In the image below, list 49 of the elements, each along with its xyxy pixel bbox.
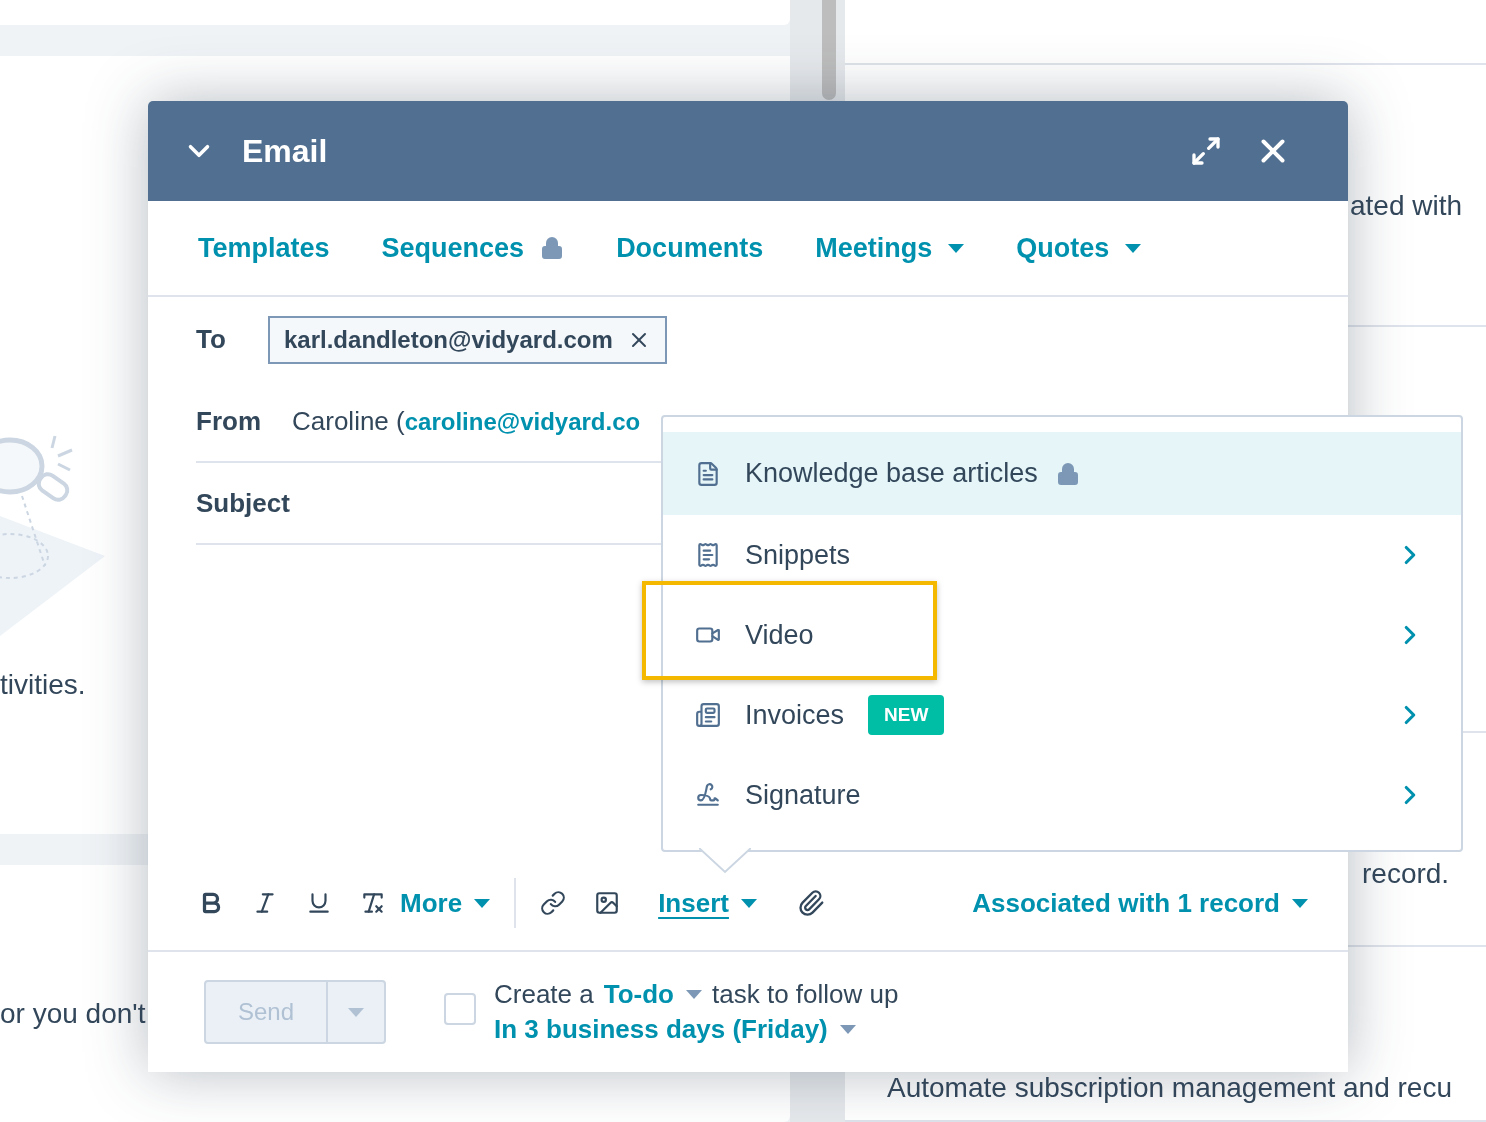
recipient-chip[interactable]: karl.dandleton@vidyard.com xyxy=(268,315,667,364)
field-label: Subject xyxy=(196,487,291,519)
field-label: To xyxy=(196,324,227,355)
due-date-menu[interactable]: In 3 business days (Friday) xyxy=(494,1014,856,1045)
image-icon[interactable] xyxy=(594,890,621,916)
background-text: Automate subscription management and recu xyxy=(887,1071,1452,1105)
background-text: tivities. xyxy=(0,668,86,702)
caret-icon xyxy=(740,898,757,908)
lock-icon xyxy=(540,236,565,260)
tab[interactable]: Templates xyxy=(198,232,330,264)
underline-icon[interactable] xyxy=(306,890,332,916)
sender-name: Caroline ( xyxy=(292,406,405,437)
caret-icon xyxy=(686,990,702,999)
recipient-email: karl.dandleton@vidyard.com xyxy=(284,325,613,354)
signature-icon xyxy=(695,782,721,808)
associations-menu[interactable]: Associated with 1 record xyxy=(972,887,1308,919)
dialog-title: Email xyxy=(242,132,329,170)
expand-icon[interactable] xyxy=(1190,135,1222,167)
background-text: ated with xyxy=(1350,189,1463,223)
field-label: From xyxy=(196,406,262,437)
link-icon[interactable] xyxy=(540,890,567,916)
tab[interactable]: Documents xyxy=(616,232,764,264)
tab[interactable]: Meetings xyxy=(815,232,965,264)
paperclip-icon[interactable] xyxy=(796,889,825,917)
caret-icon xyxy=(1125,243,1142,253)
menu-item[interactable]: Knowledge base articles xyxy=(663,432,1461,515)
document-icon xyxy=(695,460,721,487)
sender-email: caroline@vidyard.co xyxy=(404,407,641,436)
tab[interactable]: Sequences xyxy=(381,232,565,264)
caret-icon xyxy=(1292,898,1308,908)
newspaper-icon xyxy=(695,702,721,728)
receipt-icon xyxy=(695,542,721,568)
insert-menu[interactable]: Insert xyxy=(658,887,757,919)
checkbox[interactable] xyxy=(444,993,476,1025)
background-text: or you don't xyxy=(0,997,146,1031)
new-badge: NEW xyxy=(868,695,945,735)
lock-icon xyxy=(1055,461,1080,486)
more-menu[interactable]: More xyxy=(400,887,491,919)
caret-icon xyxy=(348,1007,364,1017)
caret-icon xyxy=(839,1025,856,1034)
background-text: record. xyxy=(1362,857,1450,891)
follow-up-text: Create a xyxy=(494,979,594,1010)
task-type-menu[interactable]: To-do xyxy=(603,979,702,1010)
caret-icon xyxy=(948,243,965,253)
follow-up-text: task to follow up xyxy=(712,979,899,1010)
scrollbar-thumb[interactable] xyxy=(822,0,836,100)
clear-format-icon[interactable] xyxy=(360,890,386,916)
tab[interactable]: Quotes xyxy=(1016,232,1142,264)
caret-icon xyxy=(474,898,491,908)
